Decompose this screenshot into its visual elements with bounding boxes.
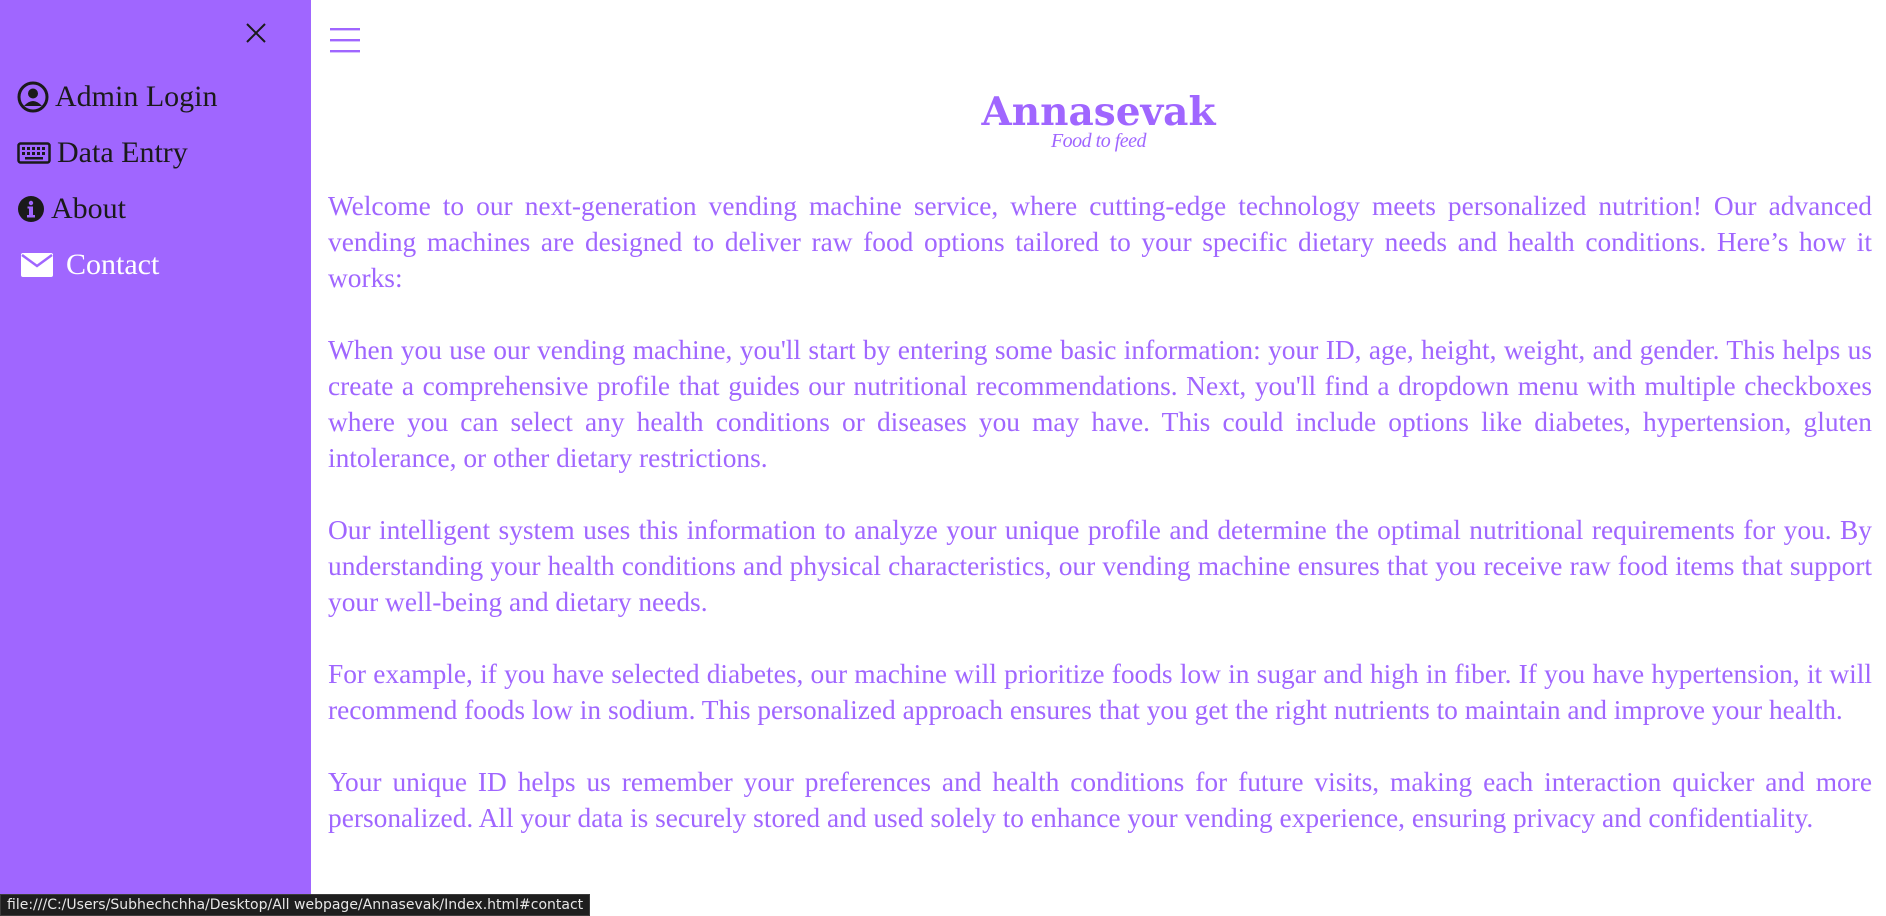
- keyboard-icon: [17, 142, 51, 164]
- sidebar-item-label: Contact: [66, 248, 160, 281]
- main-content: Welcome to our next-generation vending m…: [328, 188, 1872, 872]
- intro-paragraph: Welcome to our next-generation vending m…: [328, 191, 1872, 293]
- sidebar-item-about[interactable]: About: [17, 192, 126, 226]
- system-paragraph: Our intelligent system uses this informa…: [328, 515, 1872, 617]
- sidebar-item-label: Admin Login: [55, 80, 218, 113]
- status-bar-url: file:///C:/Users/Subhechchha/Desktop/All…: [0, 894, 591, 916]
- sidebar-item-admin-login[interactable]: Admin Login: [17, 80, 218, 114]
- user-circle-icon: [17, 81, 49, 113]
- sidebar-item-data-entry[interactable]: Data Entry: [17, 136, 188, 170]
- page-header: Annasevak Food to feed: [311, 88, 1886, 152]
- info-circle-icon: [17, 195, 45, 223]
- sidebar: Admin Login Data Entry About Contact: [0, 0, 311, 916]
- sidebar-item-contact[interactable]: Contact: [20, 248, 159, 282]
- hamburger-icon[interactable]: [330, 26, 360, 54]
- close-icon[interactable]: [242, 19, 270, 47]
- example-paragraph: For example, if you have selected diabet…: [328, 659, 1872, 725]
- brand-tagline: Food to feed: [1050, 130, 1147, 152]
- brand-title: Annasevak: [981, 89, 1216, 135]
- privacy-paragraph: Your unique ID helps us remember your pr…: [328, 767, 1872, 833]
- sidebar-item-label: Data Entry: [57, 136, 188, 169]
- how-it-works-paragraph: When you use our vending machine, you'll…: [328, 335, 1872, 473]
- sidebar-item-label: About: [51, 192, 126, 225]
- envelope-icon: [20, 252, 54, 278]
